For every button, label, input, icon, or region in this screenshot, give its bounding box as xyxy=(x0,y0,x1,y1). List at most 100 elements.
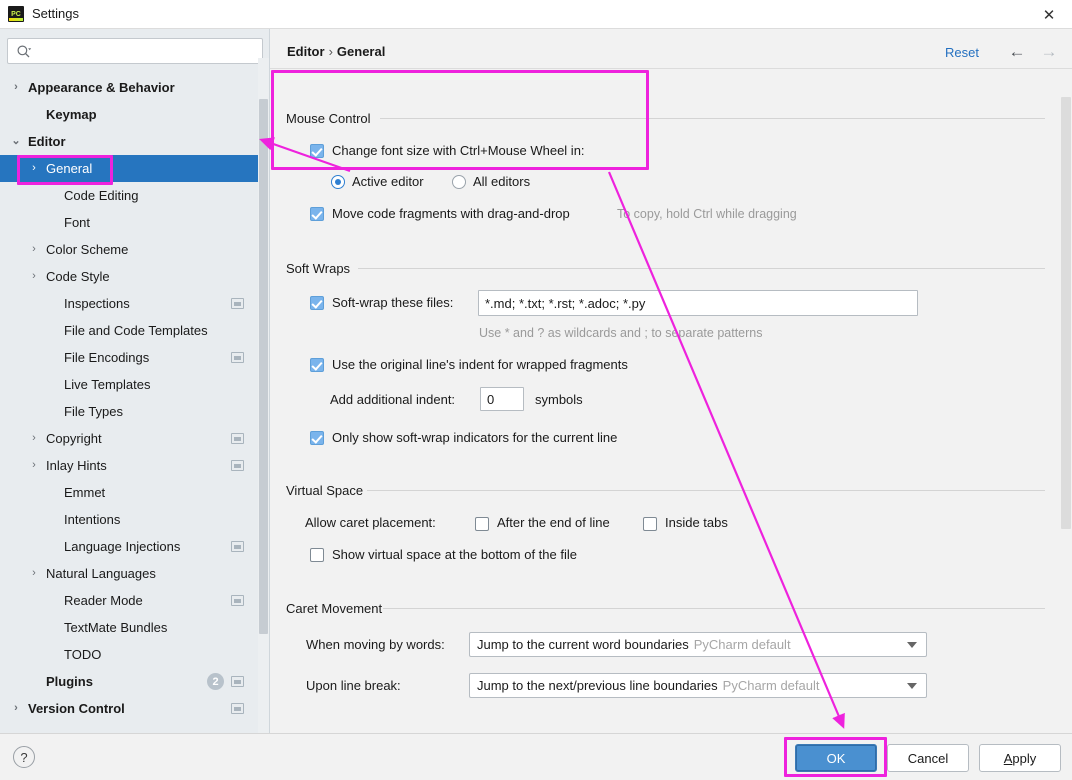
sidebar-item-label: File Types xyxy=(64,404,123,419)
settings-content: Mouse Control Change font size with Ctrl… xyxy=(270,69,1072,732)
settings-main-panel: Editor›General Reset ← → Mouse Control C… xyxy=(270,29,1072,733)
sidebar-item-label: Version Control xyxy=(28,701,125,716)
config-indicator-icon xyxy=(231,433,244,444)
additional-indent-input[interactable] xyxy=(480,387,524,411)
allow-caret-placement-label: Allow caret placement: xyxy=(305,515,436,530)
chevron-right-icon[interactable]: › xyxy=(28,568,40,580)
chevron-right-icon[interactable]: › xyxy=(10,82,22,94)
config-indicator-icon xyxy=(231,460,244,471)
sidebar-item-label: General xyxy=(46,161,92,176)
window-title: Settings xyxy=(32,6,79,21)
sidebar-item-reader-mode[interactable]: Reader Mode xyxy=(0,587,258,614)
only-show-indicators-checkbox[interactable] xyxy=(310,431,324,445)
sidebar-item-file-and-code-templates[interactable]: File and Code Templates xyxy=(0,317,258,344)
sidebar-item-textmate-bundles[interactable]: TextMate Bundles xyxy=(0,614,258,641)
show-virtual-space-checkbox[interactable] xyxy=(310,548,324,562)
sidebar-item-label: File and Code Templates xyxy=(64,323,208,338)
sidebar-item-label: Keymap xyxy=(46,107,97,122)
sidebar-item-label: Font xyxy=(64,215,90,230)
sidebar-item-copyright[interactable]: ›Copyright xyxy=(0,425,258,452)
search-input[interactable] xyxy=(38,39,258,63)
chevron-down-icon[interactable]: ⌄ xyxy=(10,136,22,148)
breadcrumb-parent[interactable]: Editor xyxy=(287,44,325,59)
sidebar-item-inspections[interactable]: Inspections xyxy=(0,290,258,317)
upon-line-break-combo[interactable]: Jump to the next/previous line boundarie… xyxy=(469,673,927,698)
sidebar-item-keymap[interactable]: Keymap xyxy=(0,101,258,128)
sidebar-item-count-badge: 2 xyxy=(207,673,224,690)
chevron-right-icon[interactable]: › xyxy=(10,703,22,715)
sidebar-item-code-style[interactable]: › Code Style xyxy=(0,263,258,290)
sidebar-item-plugins[interactable]: Plugins2 xyxy=(0,668,258,695)
section-title-soft-wraps: Soft Wraps xyxy=(286,261,357,276)
sidebar-item-label: File Encodings xyxy=(64,350,149,365)
sidebar-item-todo[interactable]: TODO xyxy=(0,641,258,668)
main-scrollbar-thumb[interactable] xyxy=(1061,97,1071,529)
all-editors-radio[interactable] xyxy=(452,175,466,189)
chevron-right-icon[interactable]: › xyxy=(28,460,40,472)
sidebar-item-label: TextMate Bundles xyxy=(64,620,167,635)
original-indent-label: Use the original line's indent for wrapp… xyxy=(332,357,628,372)
chevron-right-icon[interactable]: › xyxy=(28,244,40,256)
after-end-of-line-checkbox[interactable] xyxy=(475,517,489,531)
show-virtual-space-label: Show virtual space at the bottom of the … xyxy=(332,547,577,562)
inside-tabs-checkbox[interactable] xyxy=(643,517,657,531)
apply-button[interactable]: Apply xyxy=(979,744,1061,772)
chevron-right-icon[interactable]: › xyxy=(28,271,40,283)
sidebar-item-language-injections[interactable]: Language Injections xyxy=(0,533,258,560)
when-moving-by-words-value: Jump to the current word boundaries xyxy=(477,637,689,652)
sidebar-item-version-control[interactable]: › Version Control xyxy=(0,695,258,722)
move-code-fragments-label: Move code fragments with drag-and-drop xyxy=(332,206,570,221)
settings-tree: ›Appearance & Behavior Keymap ⌄Editor › Gene… xyxy=(0,74,258,724)
sidebar-item-label: Code Style xyxy=(46,269,110,284)
breadcrumb-current: General xyxy=(337,44,385,59)
sidebar-item-live-templates[interactable]: Live Templates xyxy=(0,371,258,398)
sidebar-item-font[interactable]: Font xyxy=(0,209,258,236)
when-moving-by-words-combo[interactable]: Jump to the current word boundaries PyCh… xyxy=(469,632,927,657)
reset-link[interactable]: Reset xyxy=(945,45,979,60)
chevron-right-icon[interactable]: › xyxy=(28,433,40,445)
sidebar-item-emmet[interactable]: Emmet xyxy=(0,479,258,506)
search-box[interactable] xyxy=(7,38,263,64)
sidebar-item-label: Inspections xyxy=(64,296,130,311)
active-editor-radio[interactable] xyxy=(331,175,345,189)
change-font-size-checkbox[interactable] xyxy=(310,144,324,158)
sidebar-item-intentions[interactable]: Intentions xyxy=(0,506,258,533)
sidebar-item-label: Reader Mode xyxy=(64,593,143,608)
chevron-right-icon[interactable]: › xyxy=(28,163,40,175)
sidebar-item-editor[interactable]: ⌄Editor xyxy=(0,128,258,155)
move-code-fragments-checkbox[interactable] xyxy=(310,207,324,221)
sidebar-item-general[interactable]: › General xyxy=(0,155,258,182)
upon-line-break-label: Upon line break: xyxy=(306,678,401,693)
back-arrow-icon[interactable]: ← xyxy=(1006,42,1028,62)
soft-wrap-files-checkbox[interactable] xyxy=(310,296,324,310)
settings-sidebar: ›Appearance & Behavior Keymap ⌄Editor › Gene… xyxy=(0,29,270,733)
sidebar-item-label: Color Scheme xyxy=(46,242,128,257)
sidebar-item-color-scheme[interactable]: › Color Scheme xyxy=(0,236,258,263)
original-indent-checkbox[interactable] xyxy=(310,358,324,372)
section-title-virtual-space: Virtual Space xyxy=(286,483,370,498)
close-icon[interactable]: ✕ xyxy=(1026,0,1072,29)
sidebar-item-appearance-behavior[interactable]: ›Appearance & Behavior xyxy=(0,74,258,101)
cancel-button[interactable]: Cancel xyxy=(887,744,969,772)
sidebar-item-inlay-hints[interactable]: › Inlay Hints xyxy=(0,452,258,479)
config-indicator-icon xyxy=(231,352,244,363)
forward-arrow-icon[interactable]: → xyxy=(1038,42,1060,62)
config-indicator-icon xyxy=(231,703,244,714)
after-end-of-line-label: After the end of line xyxy=(497,515,610,530)
dialog-footer: ? OK Cancel Apply xyxy=(0,733,1072,780)
sidebar-scrollbar-thumb[interactable] xyxy=(259,99,268,634)
section-title-mouse-control: Mouse Control xyxy=(286,111,378,126)
soft-wrap-files-input[interactable] xyxy=(478,290,918,316)
sidebar-item-natural-languages[interactable]: ›Natural Languages xyxy=(0,560,258,587)
ok-button[interactable]: OK xyxy=(795,744,877,772)
section-title-caret-movement: Caret Movement xyxy=(286,601,389,616)
sidebar-item-file-encodings[interactable]: File Encodings xyxy=(0,344,258,371)
help-icon[interactable]: ? xyxy=(13,746,35,768)
sidebar-item-label: Inlay Hints xyxy=(46,458,107,473)
chevron-down-icon xyxy=(907,642,917,648)
sidebar-item-code-editing[interactable]: Code Editing xyxy=(0,182,258,209)
active-editor-label: Active editor xyxy=(352,174,424,189)
section-rule-soft-wraps xyxy=(358,268,1045,269)
sidebar-item-file-types[interactable]: File Types xyxy=(0,398,258,425)
config-indicator-icon xyxy=(231,541,244,552)
